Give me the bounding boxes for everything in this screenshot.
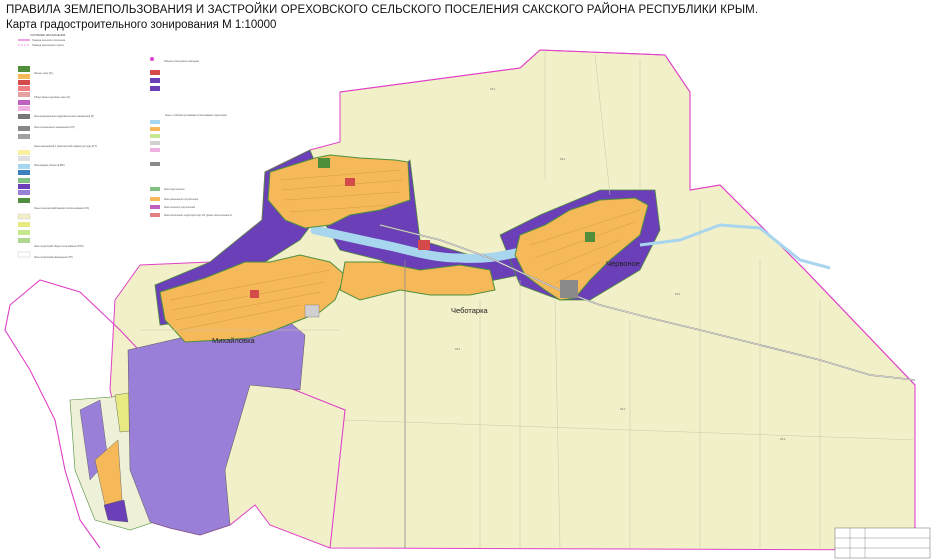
zone-code: СХ-1: [455, 348, 461, 351]
legend-entry: Зоны сельскохозяйственного использования…: [34, 207, 89, 210]
legend2-entry: Зона подтопления: [164, 188, 185, 191]
legend-entry: Зона территорий общего пользования (ТОП): [34, 245, 84, 248]
public-block-1: [318, 158, 330, 168]
zoning-map[interactable]: Михайловка Чеботарка Червоное СХ-1 СХ-1 …: [0, 0, 932, 560]
zone-code: СХ-1: [560, 158, 566, 161]
public-block-4: [560, 280, 578, 298]
label-mikhailovka: Михайловка: [212, 336, 256, 345]
legend-secondary: Объекты культурного наследия Зоны с особ…: [150, 57, 233, 217]
legend-entry: Граница населенного пункта: [32, 44, 64, 47]
zone-code: СХ-1: [780, 438, 786, 441]
public-block-5: [250, 290, 259, 298]
legend2-heading: Объекты культурного наследия: [164, 60, 200, 63]
zone-code: СХ-1: [490, 88, 496, 91]
public-block-7: [418, 240, 430, 250]
legend-entry: Граница сельского поселения: [32, 39, 66, 42]
legend-entry: Зона водных объектов (ВО): [34, 164, 65, 167]
legend-entry: Жилые зоны (Ж): [34, 72, 53, 75]
legend: УСЛОВНЫЕ ОБОЗНАЧЕНИЯ Граница сельского п…: [17, 33, 97, 259]
legend2-entry: Зоны с особыми условиями использования т…: [165, 114, 227, 117]
zone-code: СХ-1: [620, 408, 626, 411]
legend-entry: Зоны инженерной и транспортной инфрастру…: [34, 145, 97, 148]
legend-entry: Зона территорий размещения (ТР): [34, 256, 73, 259]
legend2-entry: Зона сильного подтопления: [164, 206, 196, 209]
label-chebotarka: Чеботарка: [451, 306, 489, 315]
title-block: [834, 527, 931, 559]
public-block-6: [304, 304, 320, 318]
legend-entry: Зона рекреационно-оздоровительного назна…: [34, 115, 94, 118]
legend-heading: УСЛОВНЫЕ ОБОЗНАЧЕНИЯ: [30, 33, 65, 37]
legend2-entry: Зона умеренного подтопления: [164, 198, 199, 201]
public-block-2: [345, 178, 355, 186]
legend2-entry: Зона затопления территории при 1% уровне…: [164, 214, 233, 217]
label-chervonoe: Червоное: [606, 259, 640, 268]
legend-entry: Зона специального назначения (СП): [34, 126, 75, 129]
zone-code: СХ-1: [675, 293, 681, 296]
legend-entry: Общественно-деловые зоны (О): [34, 96, 70, 99]
